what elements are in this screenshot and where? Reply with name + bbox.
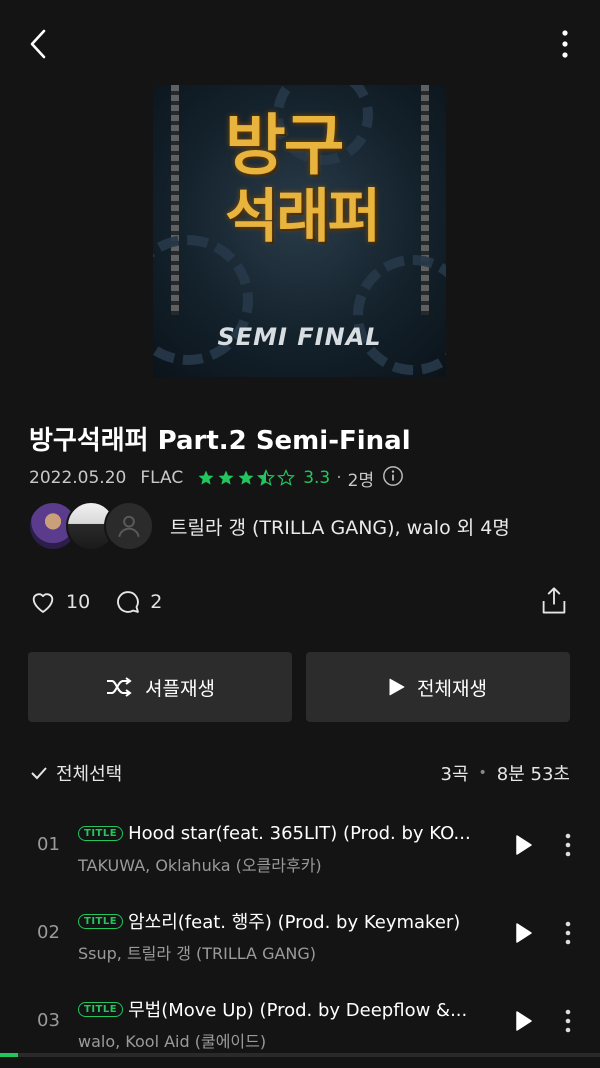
cover-title-line1: 방구 [225, 107, 344, 184]
shuffle-icon [107, 677, 132, 697]
artist-row[interactable]: 트릴라 갱 (TRILLA GANG), walo 외 4명 [28, 501, 510, 551]
share-button[interactable] [540, 584, 568, 618]
share-icon [542, 587, 566, 614]
track-number: 01 [37, 834, 60, 855]
person-icon [118, 515, 140, 538]
track-more-button[interactable] [562, 828, 574, 862]
comment-count: 2 [150, 591, 163, 613]
track-artist: TAKUWA, Oklahuka (오클라후카) [78, 856, 322, 875]
album-meta: 2022.05.20 FLAC 3.3 · 2명 [29, 464, 404, 492]
track-artist: Ssup, 트릴라 갱 (TRILLA GANG) [78, 944, 317, 963]
title-badge: TITLE [78, 913, 124, 929]
track-artist: walo, Kool Aid (쿨에이드) [78, 1032, 267, 1051]
audio-format: FLAC [140, 468, 184, 488]
rating-stars[interactable] [197, 469, 297, 487]
star-half-icon [257, 469, 276, 486]
more-vertical-icon [565, 833, 571, 857]
cover-title-line2: 석래퍼 [225, 182, 381, 250]
track-number: 03 [37, 1010, 60, 1031]
total-duration: 8분 53초 [496, 764, 570, 785]
comment-icon [117, 591, 140, 613]
like-button[interactable]: 10 [28, 588, 114, 616]
track-title: 암쏘리(feat. 행주) (Prod. by Keymaker) [128, 912, 461, 933]
track-number: 02 [37, 922, 60, 943]
play-icon [516, 835, 532, 855]
playback-progress-fill [0, 1053, 18, 1057]
rater-count: 2명 [347, 470, 375, 491]
shuffle-play-label: 셔플재생 [145, 677, 215, 700]
play-icon [516, 1011, 532, 1031]
play-icon [516, 923, 532, 943]
track-row[interactable]: 02 TITLE 암쏘리(feat. 행주) (Prod. by Keymake… [0, 900, 600, 980]
check-icon [31, 767, 47, 780]
like-count: 10 [66, 591, 91, 613]
select-all[interactable]: 전체선택 [30, 758, 230, 788]
back-button[interactable] [20, 24, 56, 64]
track-play-button[interactable] [512, 830, 536, 860]
play-icon [389, 678, 405, 696]
track-more-button[interactable] [562, 1004, 574, 1038]
shuffle-play-button[interactable]: 셔플재생 [28, 652, 292, 722]
track-row[interactable]: 01 TITLE Hood star(feat. 365LIT) (Prod. … [0, 812, 600, 892]
track-count: 3곡 [440, 764, 469, 785]
title-badge: TITLE [78, 825, 124, 841]
star-icon [238, 470, 254, 485]
track-summary: 3곡 • 8분 53초 [441, 758, 570, 788]
rating-value: 3.3 [303, 468, 331, 488]
heart-icon [32, 593, 54, 613]
track-play-button[interactable] [512, 918, 536, 948]
social-row: 10 2 [28, 585, 186, 619]
album-title: 방구석래퍼 Part.2 Semi-Final [29, 426, 411, 456]
track-play-button[interactable] [512, 1006, 536, 1036]
more-options-button[interactable] [556, 24, 574, 64]
artist-names: 트릴라 갱 (TRILLA GANG), walo 외 4명 [170, 516, 510, 539]
track-more-button[interactable] [562, 916, 574, 950]
star-empty-icon [277, 469, 296, 486]
comment-button[interactable]: 2 [114, 588, 186, 616]
cover-subtitle: SEMI FINAL [217, 323, 382, 351]
album-cover[interactable]: 방구 석래퍼 SEMI FINAL [153, 85, 446, 377]
title-badge: TITLE [78, 1001, 124, 1017]
select-all-label: 전체선택 [56, 764, 123, 785]
more-vertical-icon [562, 30, 568, 58]
avatar [104, 501, 154, 551]
track-title: 무법(Move Up) (Prod. by Deepflow &... [128, 1000, 468, 1021]
info-icon [383, 465, 404, 486]
release-date: 2022.05.20 [29, 468, 127, 488]
star-icon [218, 470, 234, 485]
playback-progress-bar[interactable] [0, 1053, 600, 1057]
more-vertical-icon [565, 921, 571, 945]
play-all-button[interactable]: 전체재생 [306, 652, 570, 722]
cover-gear [353, 255, 446, 375]
back-icon [30, 29, 46, 59]
rating-info-button[interactable] [382, 465, 404, 492]
play-all-label: 전체재생 [417, 677, 487, 700]
top-bar [0, 0, 600, 86]
track-title: Hood star(feat. 365LIT) (Prod. by KO... [128, 822, 471, 844]
more-vertical-icon [565, 1009, 571, 1033]
star-icon [198, 470, 214, 485]
